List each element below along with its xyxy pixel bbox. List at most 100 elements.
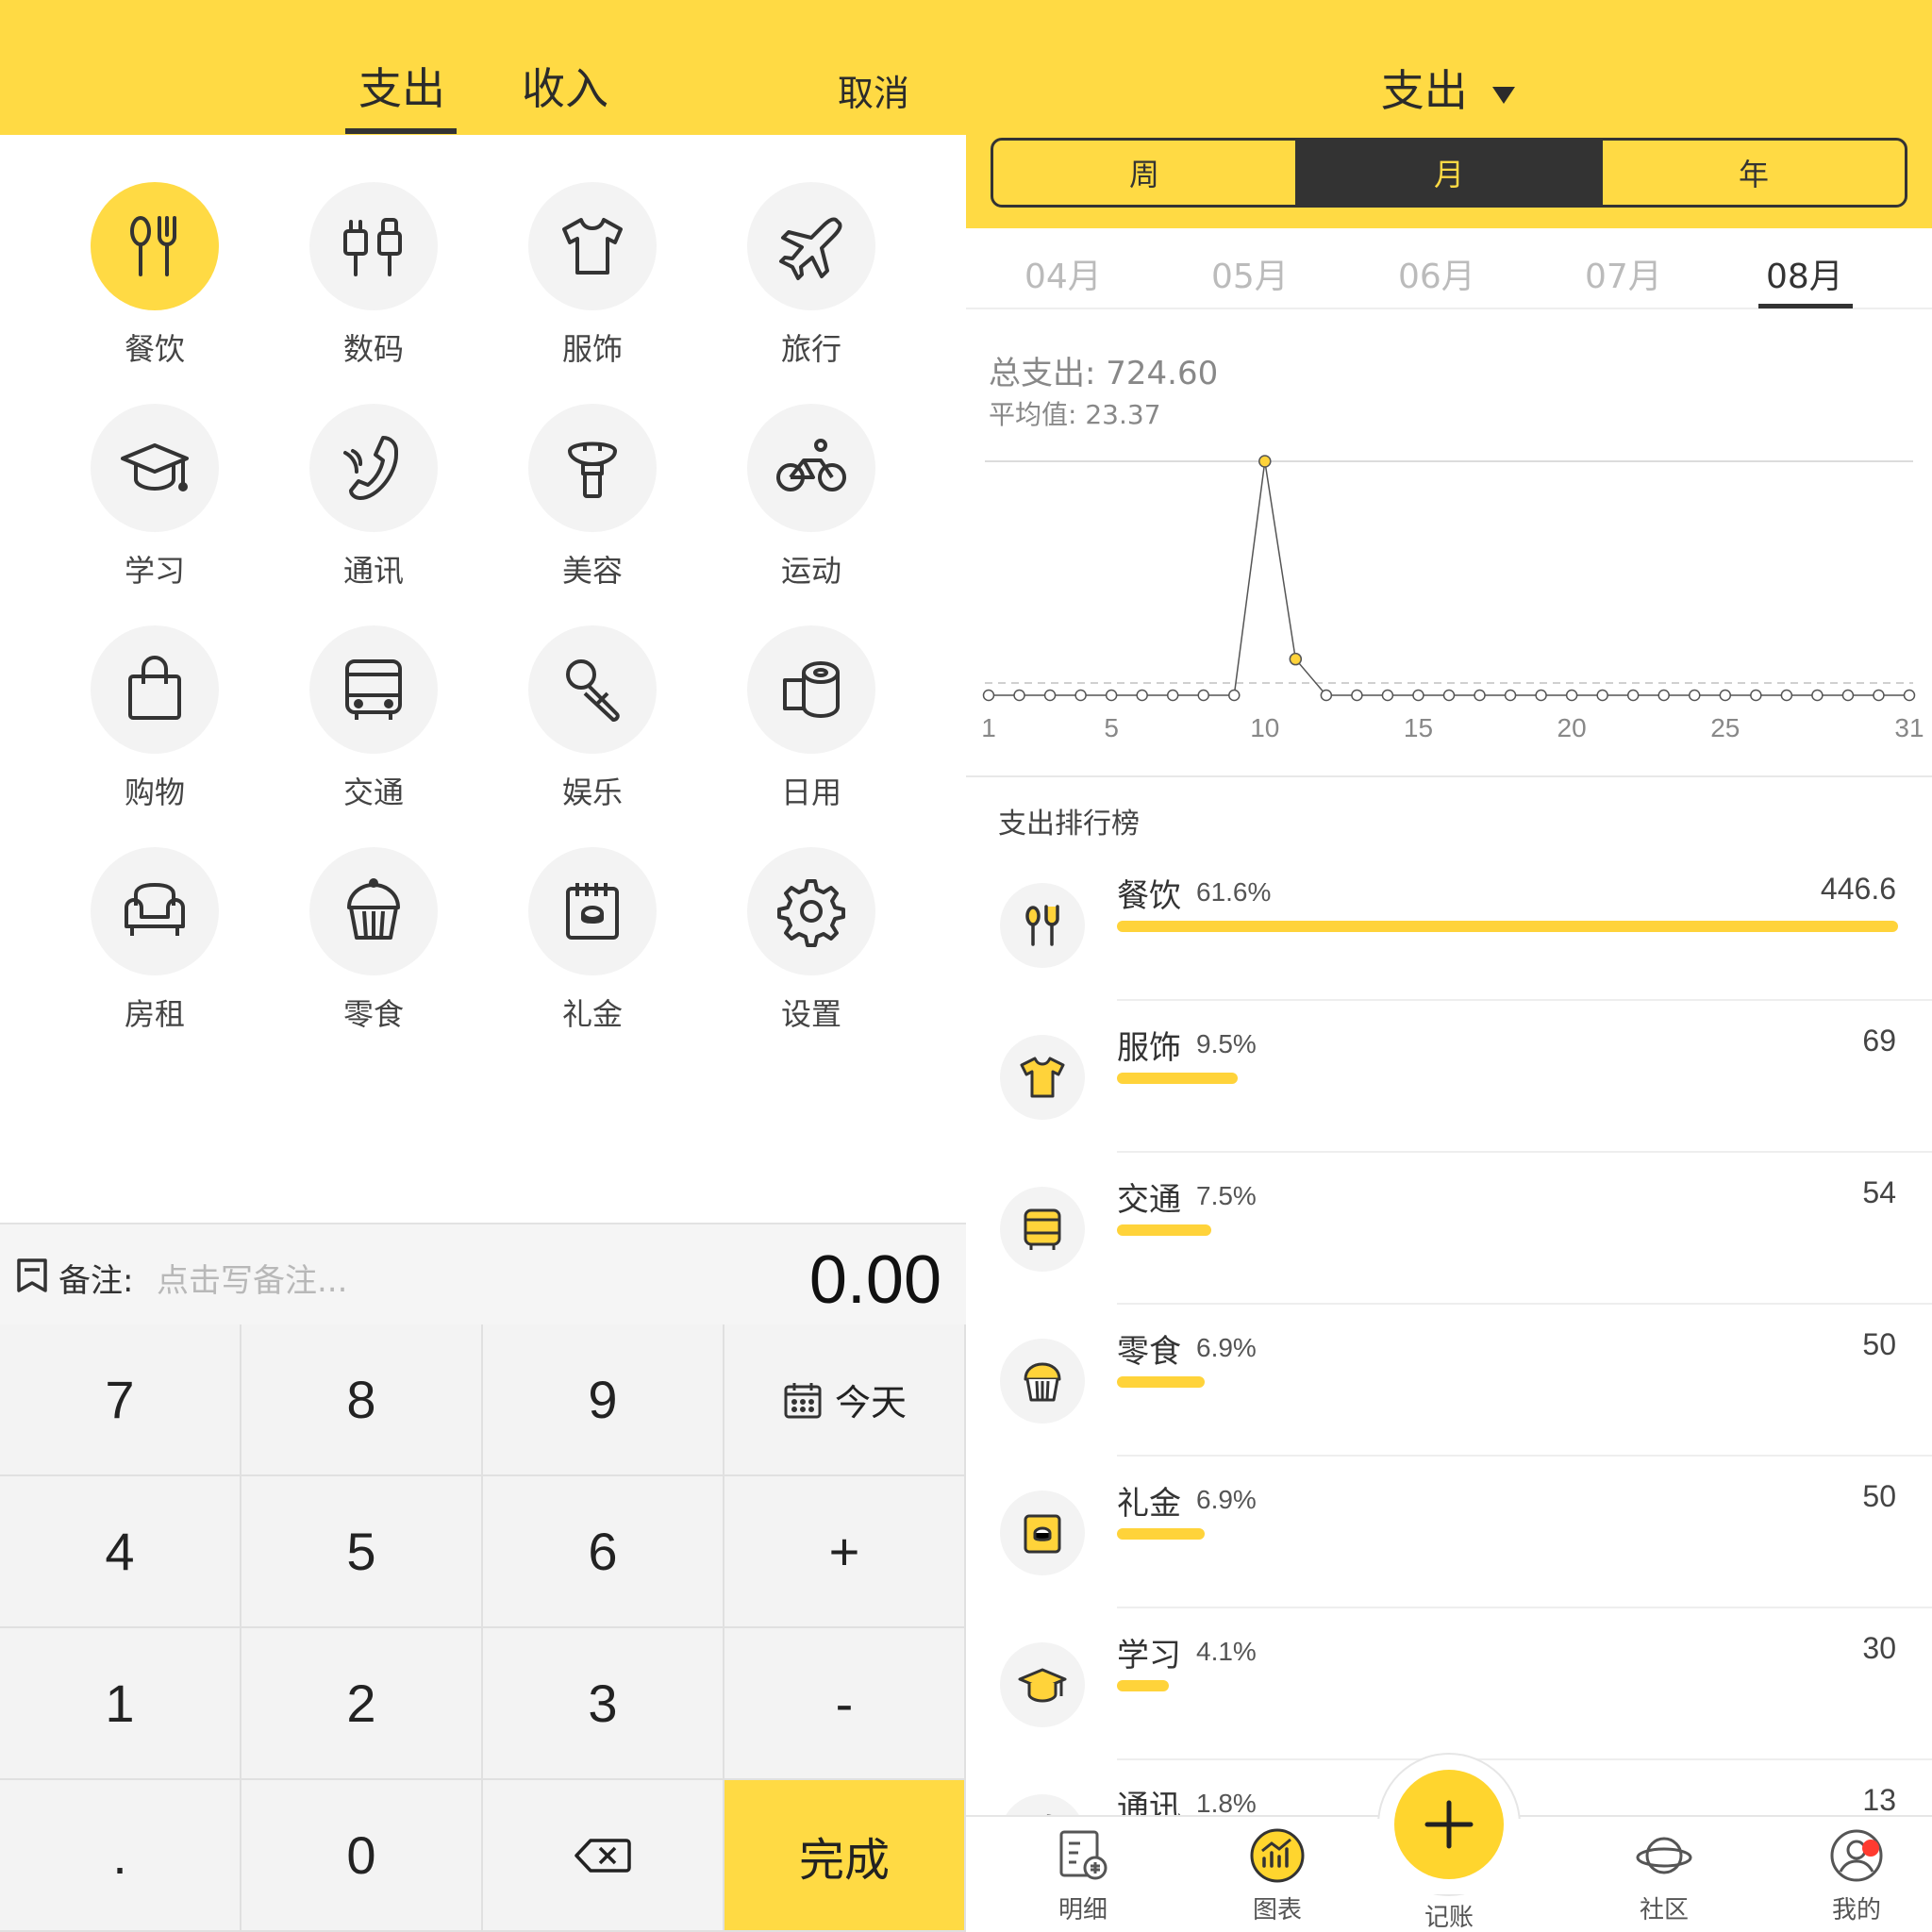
category-shopping[interactable]: 购物 <box>79 625 230 812</box>
avg-value: 23.37 <box>1085 399 1161 430</box>
backspace-button[interactable] <box>483 1780 724 1932</box>
ranking-item[interactable]: 餐饮 61.6% 446.6 <box>966 849 1932 1001</box>
microphone-icon <box>566 659 620 722</box>
category-label: 礼金 <box>561 996 623 1032</box>
category-gift-money[interactable]: 礼金 <box>517 847 668 1034</box>
tshirt-icon <box>1016 1051 1069 1104</box>
category-rent[interactable]: 房租 <box>79 847 230 1034</box>
ranking-item[interactable]: 学习 4.1% 30 <box>966 1608 1932 1760</box>
category-beauty[interactable]: 美容 <box>517 404 668 591</box>
cupcake-icon <box>347 878 400 940</box>
key-9[interactable]: 9 <box>483 1324 724 1476</box>
category-dining[interactable]: 餐饮 <box>79 182 230 369</box>
graduation-cap-icon <box>1016 1658 1069 1711</box>
data-point <box>1903 689 1916 702</box>
ranking-percent: 7.5% <box>1196 1181 1257 1210</box>
category-snacks[interactable]: 零食 <box>298 847 449 1034</box>
red-envelope-icon <box>566 883 619 940</box>
category-digital[interactable]: 数码 <box>298 182 449 369</box>
key-plus[interactable]: + <box>724 1476 966 1628</box>
category-label: 美容 <box>561 553 623 589</box>
note-input[interactable]: 点击写备注... <box>157 1255 347 1301</box>
key-6[interactable]: 6 <box>483 1476 724 1628</box>
category-label: 服饰 <box>561 331 623 367</box>
done-button[interactable]: 完成 <box>724 1780 966 1932</box>
category-travel[interactable]: 旅行 <box>736 182 887 369</box>
nav-chart[interactable]: 图表 <box>1221 1826 1334 1925</box>
add-record-button[interactable] <box>1394 1770 1504 1879</box>
ranking-item[interactable]: 零食 6.9% 50 <box>966 1305 1932 1457</box>
ranking-item[interactable]: 服饰 9.5% 69 <box>966 1001 1932 1153</box>
add-record-header: 支出 收入 取消 <box>0 0 966 135</box>
data-point <box>1873 689 1885 702</box>
month-underline <box>1758 304 1853 308</box>
segment-week[interactable]: 周 <box>993 141 1295 205</box>
category-communication[interactable]: 通讯 <box>298 404 449 591</box>
category-sports[interactable]: 运动 <box>736 404 887 591</box>
key-3[interactable]: 3 <box>483 1628 724 1780</box>
plus-icon <box>1424 1800 1474 1849</box>
data-point <box>1166 689 1179 702</box>
category-settings[interactable]: 设置 <box>736 847 887 1034</box>
month-tab[interactable]: 06月 <box>1398 249 1475 298</box>
key-4[interactable]: 4 <box>0 1476 242 1628</box>
type-selector[interactable]: 支出 <box>966 57 1932 119</box>
ranking-name: 餐饮 <box>1117 877 1181 915</box>
category-study[interactable]: 学习 <box>79 404 230 591</box>
tab-expense[interactable]: 支出 <box>358 55 445 117</box>
category-entertainment[interactable]: 娱乐 <box>517 625 668 812</box>
category-clothing[interactable]: 服饰 <box>517 182 668 369</box>
segment-year[interactable]: 年 <box>1600 141 1905 205</box>
data-point <box>1841 689 1855 702</box>
key-8[interactable]: 8 <box>242 1324 483 1476</box>
x-tick-label: 15 <box>1404 713 1433 742</box>
data-point <box>1289 652 1303 666</box>
nav-profile[interactable]: 我的 <box>1800 1826 1913 1925</box>
ranking-item[interactable]: 礼金 6.9% 50 <box>966 1457 1932 1608</box>
phone-icon <box>343 436 398 500</box>
cancel-button[interactable]: 取消 <box>838 64 909 116</box>
chart-icon <box>1250 1828 1305 1883</box>
key-7[interactable]: 7 <box>0 1324 242 1476</box>
key-decimal[interactable]: . <box>0 1780 242 1932</box>
segment-month[interactable]: 月 <box>1295 141 1600 205</box>
data-point <box>1381 689 1394 702</box>
category-label: 购物 <box>124 774 185 810</box>
nav-community[interactable]: 社区 <box>1607 1826 1721 1925</box>
nav-label: 我的 <box>1831 1896 1881 1924</box>
category-daily-use[interactable]: 日用 <box>736 625 887 812</box>
ranking-bar <box>1117 1680 1169 1691</box>
category-label: 餐饮 <box>124 331 185 367</box>
month-tab-selected[interactable]: 08月 <box>1766 249 1843 298</box>
key-2[interactable]: 2 <box>242 1628 483 1780</box>
date-label: 今天 <box>834 1382 907 1424</box>
category-label: 交通 <box>342 774 404 810</box>
month-tab[interactable]: 04月 <box>1024 249 1102 298</box>
note-bar[interactable]: 备注: 点击写备注... 0.00 <box>0 1223 966 1324</box>
series-line <box>989 460 1909 696</box>
data-point <box>1013 689 1025 702</box>
chart-panel: 支出 周 月 年 04月 05月 06月 07月 08月 总支出: 724.60… <box>966 0 1932 1932</box>
armchair-icon <box>125 883 185 936</box>
month-tab[interactable]: 05月 <box>1211 249 1289 298</box>
key-minus[interactable]: - <box>724 1628 966 1780</box>
ranking-item[interactable]: 交通 7.5% 54 <box>966 1153 1932 1305</box>
key-1[interactable]: 1 <box>0 1628 242 1780</box>
data-point <box>1474 689 1486 702</box>
bus-icon <box>345 659 402 720</box>
type-selector-label: 支出 <box>1380 65 1468 116</box>
month-tab[interactable]: 07月 <box>1585 249 1662 298</box>
tab-income[interactable]: 收入 <box>522 55 608 117</box>
user-icon <box>1830 1829 1883 1882</box>
note-label: 备注: <box>58 1262 134 1300</box>
key-0[interactable]: 0 <box>242 1780 483 1932</box>
key-5[interactable]: 5 <box>242 1476 483 1628</box>
ranking-bar <box>1117 1073 1238 1084</box>
ranking-title: 支出排行榜 <box>998 808 1140 841</box>
category-label: 日用 <box>780 774 841 810</box>
nav-details[interactable]: 明细 <box>1026 1826 1140 1925</box>
ranking-percent: 61.6% <box>1196 877 1272 907</box>
data-point <box>1626 689 1640 702</box>
date-button[interactable]: 今天 <box>724 1324 966 1476</box>
category-transport[interactable]: 交通 <box>298 625 449 812</box>
